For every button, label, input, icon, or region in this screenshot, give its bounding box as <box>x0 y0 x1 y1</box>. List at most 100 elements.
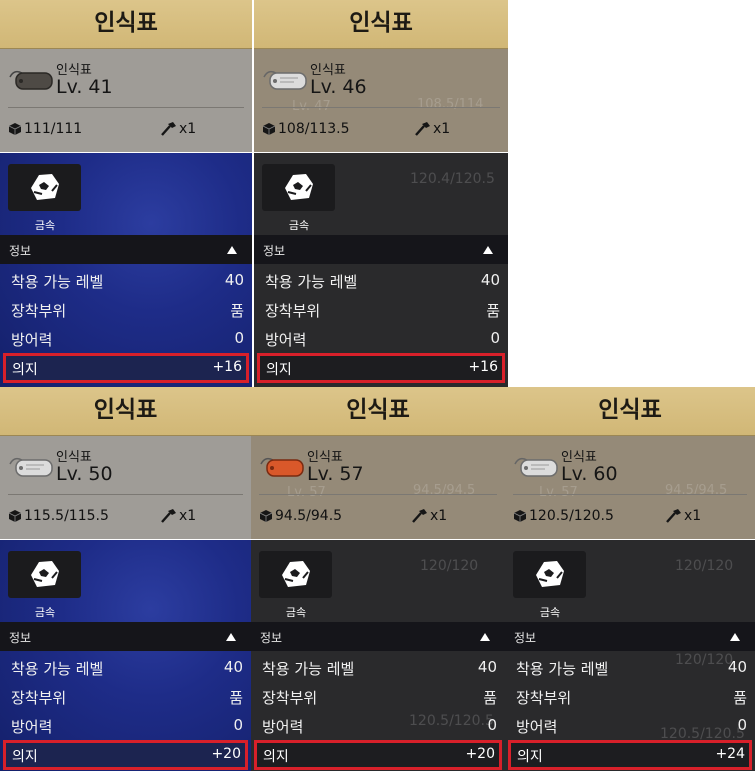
metal-ore-icon <box>31 174 59 200</box>
weight-value: 94.5/94.5 <box>275 508 343 524</box>
stat-row-will-highlighted: 의지 +20 <box>254 740 502 770</box>
item-summary: 인식표 Lv. 60 Lv. 57 94.5/94.5 120.5/120.5 … <box>505 436 755 539</box>
durability-value: x1 <box>179 508 197 524</box>
info-label: 정보 <box>514 631 537 645</box>
durability-stat: x1 <box>161 120 196 138</box>
stat-value: 0 <box>487 716 497 734</box>
info-label: 정보 <box>9 631 32 645</box>
stat-row-will-highlighted: 의지 +24 <box>508 740 752 770</box>
stat-row-level: 착용 가능 레벨 40 <box>0 653 251 682</box>
weight-stat: 108/113.5 <box>263 120 350 138</box>
durability-stat: x1 <box>415 120 450 138</box>
stat-label: 방어력 <box>11 331 53 349</box>
stat-value: 0 <box>234 329 244 347</box>
collapse-triangle-icon[interactable] <box>483 246 493 254</box>
dog-tag-silver-icon <box>263 70 307 90</box>
stat-row-level: 착용 가능 레벨 40 <box>251 653 505 682</box>
overlay-ghost-text: 108.5/114 <box>417 97 484 112</box>
stat-value: +16 <box>212 359 242 375</box>
card-title: 인식표 <box>93 397 158 423</box>
stat-value: +20 <box>211 746 241 762</box>
stat-label: 장착부위 <box>11 689 67 707</box>
card-title: 인식표 <box>346 397 410 423</box>
item-summary: 인식표 Lv. 57 Lv. 57 94.5/94.5 94.5/94.5 x1 <box>251 436 505 539</box>
hammer-icon <box>666 509 681 523</box>
weight-value: 120.5/120.5 <box>529 508 614 524</box>
stat-label: 의지 <box>517 749 543 765</box>
material-slot <box>262 164 335 211</box>
durability-stat: x1 <box>161 507 196 525</box>
dog-tag-orange-icon <box>260 457 304 477</box>
stat-row-level: 착용 가능 레벨 40 <box>505 653 755 682</box>
divider <box>513 494 747 495</box>
card-title-bar: 인식표 <box>505 387 755 436</box>
dog-tag-dark-icon <box>9 70 53 90</box>
material-label: 금속 <box>539 606 561 619</box>
stat-label: 방어력 <box>11 718 53 736</box>
material-slot <box>8 164 81 211</box>
stat-row-defense: 방어력 0 <box>505 711 755 740</box>
collapse-triangle-icon[interactable] <box>226 633 236 641</box>
hammer-icon <box>161 509 176 523</box>
material-label: 금속 <box>285 606 307 619</box>
stat-label: 착용 가능 레벨 <box>11 660 104 678</box>
card-title-bar: 인식표 <box>254 0 508 49</box>
durability-stat: x1 <box>666 507 701 525</box>
info-section-header[interactable]: 정보 <box>505 622 755 651</box>
item-card[interactable]: 인식표 인식표 Lv. 41 111/111 x1 금속 정보 착용 가능 레벨… <box>0 0 252 387</box>
durability-value: x1 <box>684 508 702 524</box>
info-section-header[interactable]: 정보 <box>251 622 505 651</box>
item-level: Lv. 57 <box>307 463 364 485</box>
weight-stat: 115.5/115.5 <box>9 507 109 525</box>
item-summary: 인식표 Lv. 41 111/111 x1 <box>0 49 252 152</box>
weight-stat: 94.5/94.5 <box>260 507 342 525</box>
hammer-icon <box>161 122 176 136</box>
info-label: 정보 <box>9 244 32 258</box>
divider <box>259 494 497 495</box>
item-card[interactable]: 인식표 인식표 Lv. 57 Lv. 57 94.5/94.5 94.5/94.… <box>251 387 505 771</box>
overlay-ghost-text: 94.5/94.5 <box>665 483 728 498</box>
overlay-ghost-text: 120.4/120.5 <box>410 171 495 187</box>
stat-value: 품 <box>483 689 497 707</box>
stat-label: 착용 가능 레벨 <box>262 660 355 678</box>
item-details: 금속 정보 착용 가능 레벨 40 장착부위 품 방어력 0 의지 +16 <box>0 153 252 387</box>
metal-ore-icon <box>285 174 313 200</box>
weight-stat: 111/111 <box>9 120 82 138</box>
item-comparison-grid: 인식표 인식표 Lv. 41 111/111 x1 금속 정보 착용 가능 레벨… <box>0 0 755 771</box>
stat-row-will-highlighted: 의지 +16 <box>257 353 505 383</box>
item-card[interactable]: 인식표 인식표 Lv. 50 115.5/115.5 x1 금속 정보 착용 가… <box>0 387 251 771</box>
box-icon <box>9 123 21 135</box>
info-section-header[interactable]: 정보 <box>0 622 251 651</box>
stat-row-level: 착용 가능 레벨 40 <box>254 266 508 295</box>
collapse-triangle-icon[interactable] <box>480 633 490 641</box>
stat-label: 의지 <box>263 749 289 765</box>
item-level: Lv. 60 <box>561 463 618 485</box>
stat-value: 40 <box>477 658 497 676</box>
durability-value: x1 <box>433 121 451 137</box>
overlay-ghost-text: Lv. 57 <box>539 485 578 500</box>
metal-ore-icon <box>282 561 310 587</box>
item-card[interactable]: 인식표 인식표 Lv. 60 Lv. 57 94.5/94.5 120.5/12… <box>505 387 755 771</box>
stat-value: 품 <box>733 689 747 707</box>
info-section-header[interactable]: 정보 <box>0 235 252 264</box>
item-card[interactable]: 인식표 인식표 Lv. 46 Lv. 47 108.5/114 108/113.… <box>254 0 508 387</box>
collapse-triangle-icon[interactable] <box>227 246 237 254</box>
stat-row-slot: 장착부위 품 <box>0 682 251 711</box>
stat-value: 품 <box>486 302 500 320</box>
card-title: 인식표 <box>94 10 158 36</box>
stat-value: 0 <box>233 716 243 734</box>
overlay-ghost-text: 120/120 <box>420 558 479 574</box>
item-summary: 인식표 Lv. 46 Lv. 47 108.5/114 108/113.5 x1 <box>254 49 508 152</box>
durability-stat: x1 <box>412 507 447 525</box>
collapse-triangle-icon[interactable] <box>730 633 740 641</box>
info-section-header[interactable]: 정보 <box>254 235 508 264</box>
stat-label: 장착부위 <box>11 302 67 320</box>
dog-tag-silver-icon <box>9 457 53 477</box>
overlay-ghost-text: Lv. 57 <box>287 485 326 500</box>
stat-value: 40 <box>480 271 500 289</box>
stat-label: 방어력 <box>265 331 307 349</box>
stat-label: 착용 가능 레벨 <box>265 273 358 291</box>
stat-value: +20 <box>465 746 495 762</box>
card-title: 인식표 <box>349 10 413 36</box>
item-details: 120/120 120.5/120.5 금속 정보 착용 가능 레벨 40 장착부… <box>251 540 505 771</box>
